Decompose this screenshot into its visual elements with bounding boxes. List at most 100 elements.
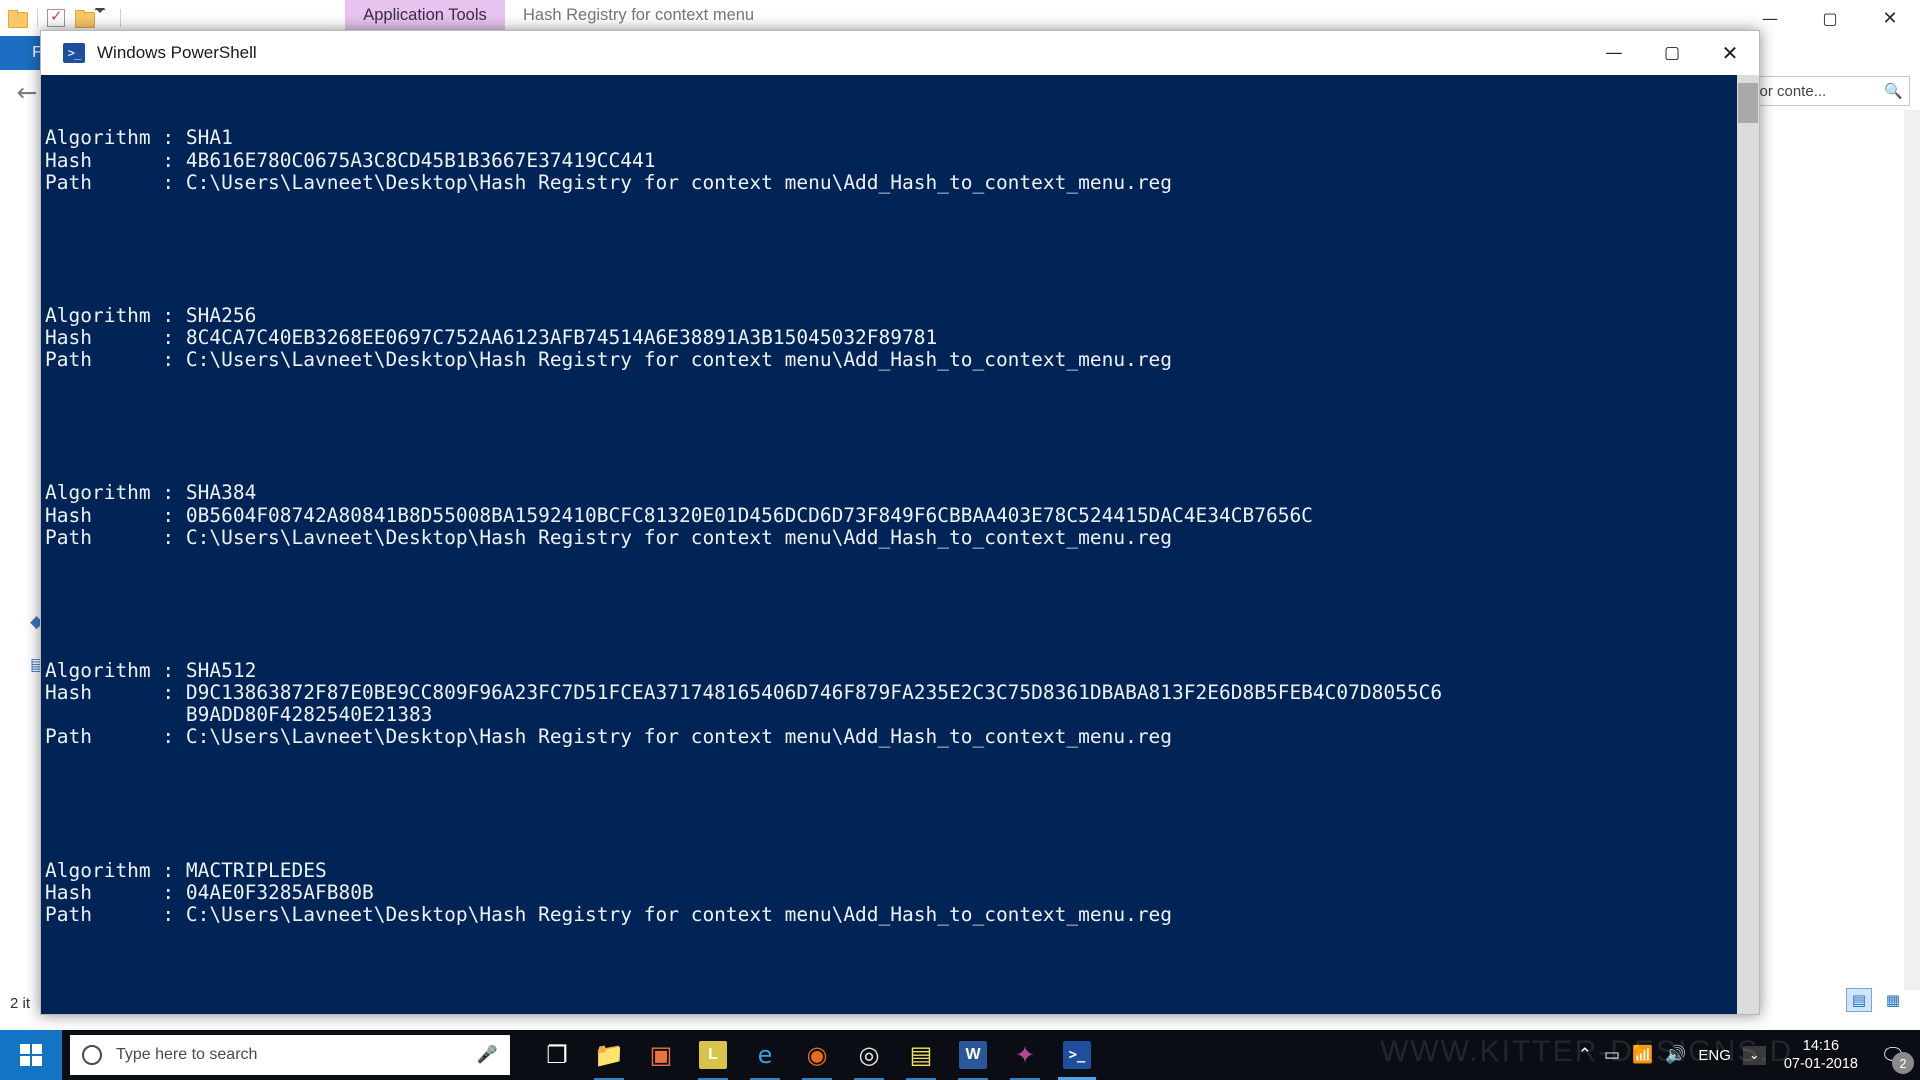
taskbar-app-icons: ❐ 📁 ▣ Le ◉ ◎ ▤ W ✦ >_ <box>534 1030 1100 1080</box>
windows-powershell-icon: >_ <box>1063 1041 1091 1069</box>
console-line: Hash : 8C4CA7C40EB3268EE0697C752AA6123AF… <box>45 326 938 350</box>
console-line: Hash : D9C13863872F87E0BE9CC809F96A23FC7… <box>45 681 1443 705</box>
system-tray: ⌃ ▭ 📶 🔊 ENG ⌄ 14:16 07-01-2018 🗨 2 <box>1578 1037 1920 1074</box>
console-line: Algorithm : SHA1 <box>45 126 233 150</box>
taskbar-paint-net[interactable]: ✦ <box>1002 1030 1048 1080</box>
task-view-icon: ❐ <box>546 1041 568 1069</box>
powershell-window: >_ Windows PowerShell — ▢ ✕ Algorithm : … <box>40 30 1760 1015</box>
taskbar-task-view[interactable]: ❐ <box>534 1030 580 1080</box>
powershell-scrollbar-thumb[interactable] <box>1738 83 1758 123</box>
microsoft-word-icon: W <box>959 1041 987 1069</box>
back-button[interactable]: ← <box>10 75 44 109</box>
customize-qat-dropdown[interactable] <box>95 8 111 30</box>
console-line: Path : C:\Users\Lavneet\Desktop\Hash Reg… <box>45 170 1173 194</box>
console-line: Algorithm : SHA512 <box>45 658 257 682</box>
search-icon[interactable]: 🔍 <box>1884 82 1903 100</box>
quick-access-toolbar <box>8 4 130 32</box>
taskbar-firefox[interactable]: ◉ <box>794 1030 840 1080</box>
firefox-icon: ◉ <box>806 1041 828 1069</box>
action-center-button[interactable]: 🗨 2 <box>1876 1038 1914 1074</box>
console-line: Path : C:\Users\Lavneet\Desktop\Hash Reg… <box>45 902 1173 926</box>
console-line: Hash : 0B5604F08742A80841B8D55008BA15924… <box>45 503 1313 527</box>
console-line: Hash : 4B616E780C0675A3C8CD45B1B3667E374… <box>45 148 656 172</box>
console-line: Path : C:\Users\Lavneet\Desktop\Hash Reg… <box>45 525 1173 549</box>
taskbar-windows-powershell[interactable]: >_ <box>1054 1030 1100 1080</box>
taskbar-sticky-notes[interactable]: ▤ <box>898 1030 944 1080</box>
explorer-status-bar: 2 it <box>10 995 31 1012</box>
taskbar-google-chrome[interactable]: ◎ <box>846 1030 892 1080</box>
taskbar-search-input[interactable]: Type here to search 🎤 <box>70 1035 510 1075</box>
console-line: Algorithm : SHA256 <box>45 303 257 327</box>
explorer-window-title: Hash Registry for context menu <box>523 5 755 24</box>
console-line: Hash : 04AE0F3285AFB80B <box>45 880 374 904</box>
details-view-button[interactable]: ▤ <box>1846 988 1872 1012</box>
cortana-circle-icon <box>82 1045 102 1065</box>
console-line: Algorithm : MACTRIPLEDES <box>45 858 327 882</box>
show-hidden-icons-chevron[interactable]: ⌃ <box>1578 1045 1592 1065</box>
microsoft-store-icon: ▣ <box>649 1041 673 1069</box>
sticky-notes-icon: ▤ <box>909 1041 933 1069</box>
taskbar-clock[interactable]: 14:16 07-01-2018 <box>1778 1037 1864 1073</box>
tray-overflow-chevron[interactable]: ⌄ <box>1742 1045 1766 1065</box>
explorer-window-controls: — ▢ ✕ <box>1740 0 1920 36</box>
explorer-close-button[interactable]: ✕ <box>1860 0 1920 36</box>
taskbar-file-explorer[interactable]: 📁 <box>586 1030 632 1080</box>
volume-icon[interactable]: 🔊 <box>1665 1045 1686 1065</box>
new-folder-icon[interactable] <box>75 10 95 28</box>
explorer-vertical-scrollbar[interactable] <box>1904 110 1920 990</box>
network-icon[interactable]: 📶 <box>1632 1045 1653 1065</box>
clock-time: 14:16 <box>1802 1038 1840 1054</box>
powershell-scrollbar[interactable] <box>1737 75 1759 1014</box>
taskbar-microsoft-edge[interactable]: e <box>742 1030 788 1080</box>
console-line: Algorithm : SHA384 <box>45 481 257 505</box>
powershell-minimize-button[interactable]: — <box>1585 31 1643 75</box>
powershell-titlebar[interactable]: >_ Windows PowerShell — ▢ ✕ <box>41 31 1759 75</box>
screen-root: Application Tools Hash Registry for cont… <box>0 0 1920 1080</box>
console-line: Path : C:\Users\Lavneet\Desktop\Hash Reg… <box>45 348 1173 372</box>
notification-count-badge: 2 <box>1892 1052 1914 1074</box>
taskbar-lightshot[interactable]: L <box>690 1030 736 1080</box>
explorer-view-buttons: ▤ ▦ <box>1846 988 1906 1012</box>
powershell-icon: >_ <box>63 43 85 63</box>
explorer-maximize-button[interactable]: ▢ <box>1800 0 1860 36</box>
windows-logo-icon <box>20 1044 42 1066</box>
battery-icon[interactable]: ▭ <box>1604 1045 1620 1065</box>
paint-net-icon: ✦ <box>1014 1041 1036 1069</box>
powershell-console-output[interactable]: Algorithm : SHA1 Hash : 4B616E780C0675A3C… <box>41 75 1737 1014</box>
powershell-close-button[interactable]: ✕ <box>1701 31 1759 75</box>
powershell-window-controls: — ▢ ✕ <box>1585 31 1759 75</box>
google-chrome-icon: ◎ <box>858 1041 880 1069</box>
powershell-maximize-button[interactable]: ▢ <box>1643 31 1701 75</box>
language-indicator[interactable]: ENG <box>1698 1047 1731 1064</box>
powershell-window-title: Windows PowerShell <box>97 43 257 62</box>
ribbon-contextual-tab-application-tools[interactable]: Application Tools <box>345 0 505 30</box>
details-view-icon: ▤ <box>1851 991 1867 1009</box>
microphone-icon[interactable]: 🎤 <box>477 1045 498 1065</box>
taskbar-microsoft-store[interactable]: ▣ <box>638 1030 684 1080</box>
folder-icon[interactable] <box>8 10 28 28</box>
windows-taskbar: Type here to search 🎤 ❐ 📁 ▣ Le ◉ ◎ ▤ W ✦ >_ ⌃ ▭ 📶… <box>0 1030 1920 1080</box>
taskbar-microsoft-word[interactable]: W <box>950 1030 996 1080</box>
taskbar-search-placeholder: Type here to search <box>116 1046 258 1063</box>
start-button[interactable] <box>0 1030 62 1080</box>
large-icons-view-button[interactable]: ▦ <box>1880 988 1906 1012</box>
qat-divider-2 <box>120 9 121 27</box>
clock-date: 07-01-2018 <box>1783 1056 1858 1072</box>
properties-check-icon[interactable] <box>47 7 65 27</box>
